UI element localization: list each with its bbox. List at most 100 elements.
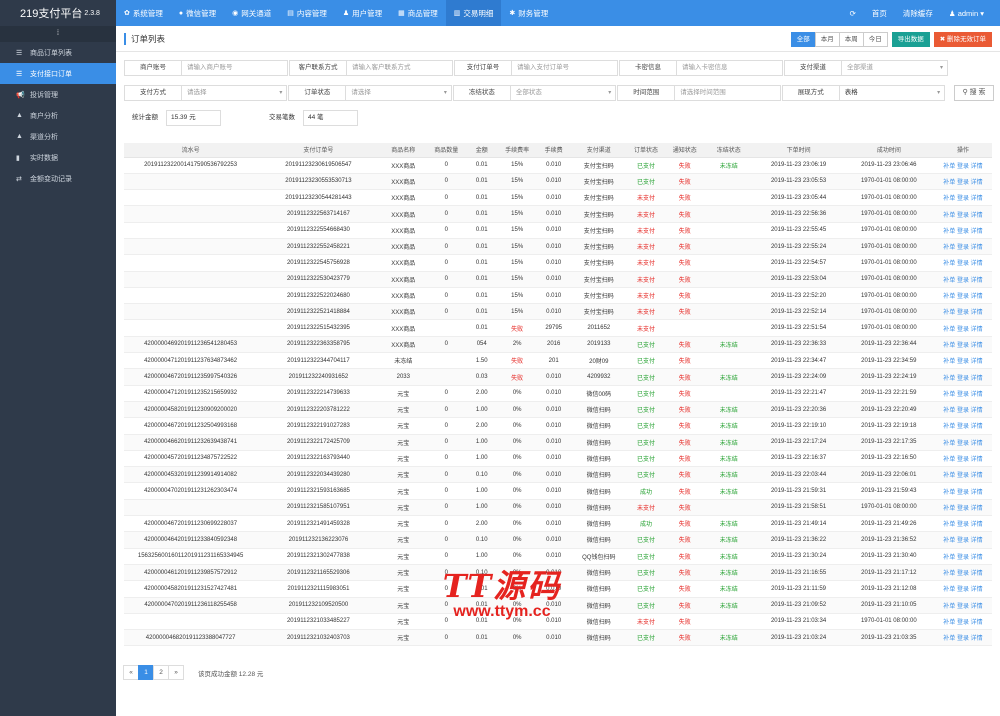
- supplement-order-link[interactable]: 补单: [943, 457, 955, 463]
- login-link[interactable]: 登录: [957, 473, 969, 479]
- detail-link[interactable]: 详情: [971, 636, 983, 642]
- supplement-order-link[interactable]: 补单: [943, 522, 955, 528]
- supplement-order-link[interactable]: 补单: [943, 359, 955, 365]
- topnav-item-4[interactable]: ♟ 用户管理: [335, 0, 390, 26]
- clear-cache-link[interactable]: 清除缓存: [895, 8, 941, 19]
- login-link[interactable]: 登录: [957, 587, 969, 593]
- sidebar-item-6[interactable]: ⇄ 金额变动记录: [0, 168, 116, 189]
- detail-link[interactable]: 详情: [971, 457, 983, 463]
- detail-link[interactable]: 详情: [971, 587, 983, 593]
- sidebar-item-4[interactable]: ▲ 渠道分析: [0, 126, 116, 147]
- login-link[interactable]: 登录: [957, 538, 969, 544]
- page-2-button[interactable]: 2: [153, 665, 169, 680]
- supplement-order-link[interactable]: 补单: [943, 376, 955, 382]
- detail-link[interactable]: 详情: [971, 424, 983, 430]
- detail-link[interactable]: 详情: [971, 310, 983, 316]
- filter-all-button[interactable]: 全部: [790, 32, 816, 47]
- login-link[interactable]: 登录: [957, 376, 969, 382]
- login-link[interactable]: 登录: [957, 571, 969, 577]
- filter-select[interactable]: 全部状态: [509, 85, 617, 101]
- detail-link[interactable]: 详情: [971, 522, 983, 528]
- delete-invalid-button[interactable]: ✖ 删除无效订单: [933, 32, 992, 47]
- login-link[interactable]: 登录: [957, 196, 969, 202]
- login-link[interactable]: 登录: [957, 294, 969, 300]
- login-link[interactable]: 登录: [957, 359, 969, 365]
- login-link[interactable]: 登录: [957, 490, 969, 496]
- login-link[interactable]: 登录: [957, 424, 969, 430]
- login-link[interactable]: 登录: [957, 457, 969, 463]
- filter-select[interactable]: 全部渠道: [841, 60, 948, 76]
- filter-input[interactable]: 请输入支付订单号: [511, 60, 618, 76]
- supplement-order-link[interactable]: 补单: [943, 604, 955, 610]
- supplement-order-link[interactable]: 补单: [943, 408, 955, 414]
- detail-link[interactable]: 详情: [971, 261, 983, 267]
- detail-link[interactable]: 详情: [971, 278, 983, 284]
- topnav-item-6[interactable]: ▥ 交易明细: [445, 0, 502, 26]
- topnav-item-0[interactable]: ✿ 系统管理: [116, 0, 171, 26]
- filter-input[interactable]: 请选择时间范围: [674, 85, 781, 101]
- login-link[interactable]: 登录: [957, 213, 969, 219]
- user-menu[interactable]: ♟ admin ▾: [941, 9, 992, 18]
- detail-link[interactable]: 详情: [971, 164, 983, 170]
- next-page-button[interactable]: »: [168, 665, 184, 680]
- supplement-order-link[interactable]: 补单: [943, 441, 955, 447]
- detail-link[interactable]: 详情: [971, 604, 983, 610]
- sidebar-item-3[interactable]: ▲ 商户分析: [0, 105, 116, 126]
- page-1-button[interactable]: 1: [138, 665, 154, 680]
- detail-link[interactable]: 详情: [971, 555, 983, 561]
- supplement-order-link[interactable]: 补单: [943, 278, 955, 284]
- topnav-item-1[interactable]: ● 微信管理: [171, 0, 224, 26]
- topnav-item-3[interactable]: ▤ 内容管理: [279, 0, 335, 26]
- supplement-order-link[interactable]: 补单: [943, 424, 955, 430]
- login-link[interactable]: 登录: [957, 441, 969, 447]
- login-link[interactable]: 登录: [957, 636, 969, 642]
- filter-select[interactable]: 表格: [838, 85, 946, 101]
- supplement-order-link[interactable]: 补单: [943, 571, 955, 577]
- brand-logo[interactable]: 219支付平台 2.3.8: [0, 0, 116, 26]
- detail-link[interactable]: 详情: [971, 196, 983, 202]
- supplement-order-link[interactable]: 补单: [943, 327, 955, 333]
- filter-input[interactable]: 请输入客户联系方式: [346, 60, 453, 76]
- login-link[interactable]: 登录: [957, 180, 969, 186]
- filter-input[interactable]: 请输入卡密信息: [676, 60, 783, 76]
- login-link[interactable]: 登录: [957, 327, 969, 333]
- supplement-order-link[interactable]: 补单: [943, 229, 955, 235]
- detail-link[interactable]: 详情: [971, 327, 983, 333]
- supplement-order-link[interactable]: 补单: [943, 310, 955, 316]
- detail-link[interactable]: 详情: [971, 506, 983, 512]
- login-link[interactable]: 登录: [957, 408, 969, 414]
- login-link[interactable]: 登录: [957, 229, 969, 235]
- home-link[interactable]: 首页: [864, 8, 895, 19]
- detail-link[interactable]: 详情: [971, 490, 983, 496]
- detail-link[interactable]: 详情: [971, 441, 983, 447]
- detail-link[interactable]: 详情: [971, 473, 983, 479]
- supplement-order-link[interactable]: 补单: [943, 620, 955, 626]
- login-link[interactable]: 登录: [957, 261, 969, 267]
- detail-link[interactable]: 详情: [971, 213, 983, 219]
- supplement-order-link[interactable]: 补单: [943, 196, 955, 202]
- filter-today-button[interactable]: 今日: [862, 32, 888, 47]
- detail-link[interactable]: 详情: [971, 229, 983, 235]
- login-link[interactable]: 登录: [957, 392, 969, 398]
- prev-page-button[interactable]: «: [123, 665, 139, 680]
- supplement-order-link[interactable]: 补单: [943, 490, 955, 496]
- login-link[interactable]: 登录: [957, 620, 969, 626]
- supplement-order-link[interactable]: 补单: [943, 213, 955, 219]
- detail-link[interactable]: 详情: [971, 376, 983, 382]
- supplement-order-link[interactable]: 补单: [943, 164, 955, 170]
- filter-select[interactable]: 请选择: [345, 85, 452, 101]
- sidebar-item-1[interactable]: ☰ 支付接口订单: [0, 63, 116, 84]
- detail-link[interactable]: 详情: [971, 359, 983, 365]
- supplement-order-link[interactable]: 补单: [943, 180, 955, 186]
- login-link[interactable]: 登录: [957, 245, 969, 251]
- supplement-order-link[interactable]: 补单: [943, 473, 955, 479]
- sidebar-item-5[interactable]: ▮ 实时数据: [0, 147, 116, 168]
- supplement-order-link[interactable]: 补单: [943, 343, 955, 349]
- detail-link[interactable]: 详情: [971, 620, 983, 626]
- filter-select[interactable]: 请选择: [181, 85, 288, 101]
- supplement-order-link[interactable]: 补单: [943, 538, 955, 544]
- topnav-item-5[interactable]: ▦ 商品管理: [390, 0, 446, 26]
- topnav-item-2[interactable]: ◉ 网关通道: [224, 0, 279, 26]
- sidebar-toggle[interactable]: ⁞: [0, 26, 116, 42]
- login-link[interactable]: 登录: [957, 310, 969, 316]
